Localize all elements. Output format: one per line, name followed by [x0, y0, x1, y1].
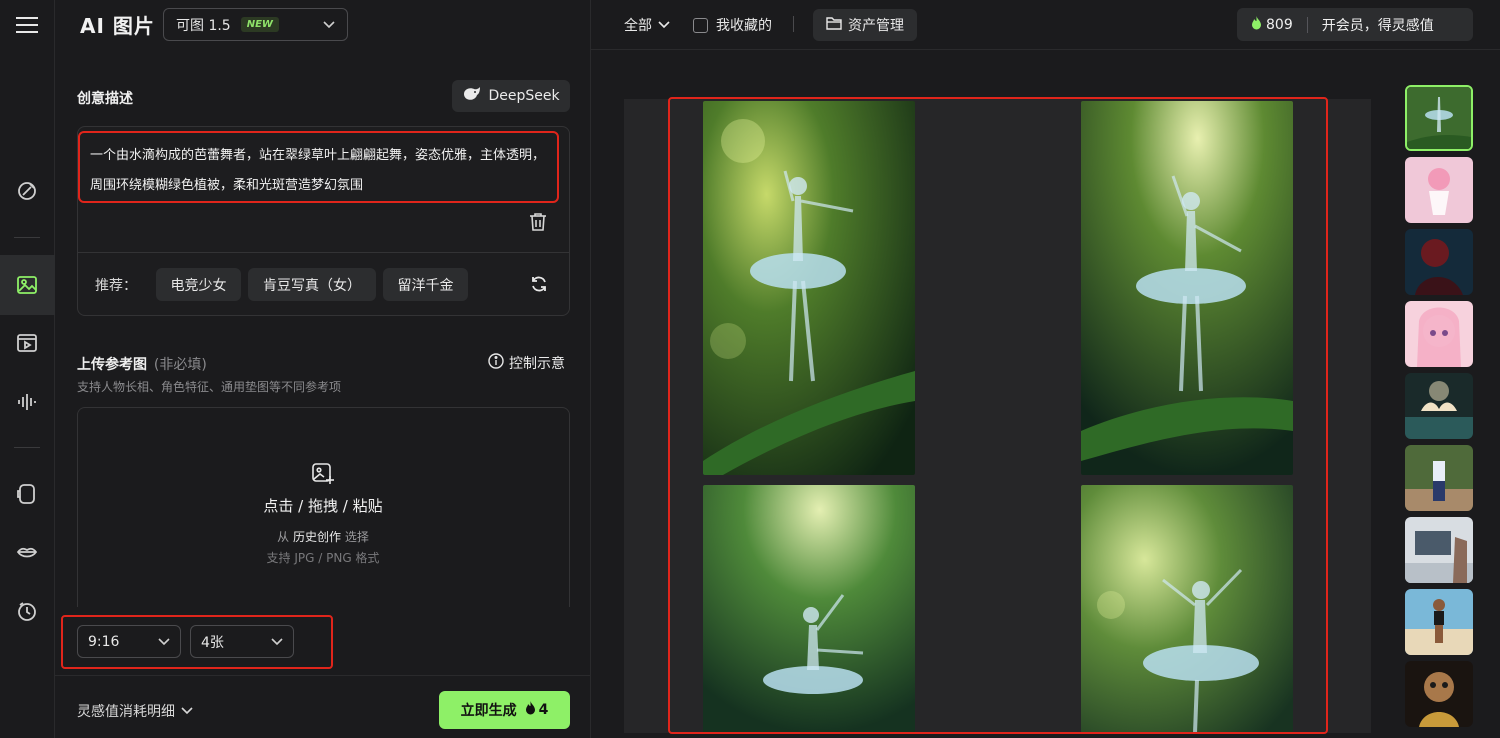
history-icon[interactable] — [13, 597, 41, 625]
chevron-down-icon — [323, 17, 335, 33]
thumbnail-item[interactable] — [1405, 373, 1473, 439]
upload-formats: 支持 JPG / PNG 格式 — [266, 551, 380, 565]
separator — [793, 16, 794, 32]
thumbnail-item[interactable] — [1405, 85, 1473, 151]
thumbnail-item[interactable] — [1405, 229, 1473, 295]
model-select[interactable]: 可图 1.5 NEW — [163, 8, 348, 41]
aspect-ratio-select[interactable]: 9:16 — [77, 625, 181, 658]
credits-bar[interactable]: 809 开会员，得灵感值 — [1237, 8, 1473, 41]
upload-label: 上传参考图 (非必填) — [77, 357, 207, 373]
membership-link[interactable]: 开会员，得灵感值 — [1322, 15, 1434, 35]
top-bar: 全部 我收藏的 资产管理 809 开会员，得灵感值 — [591, 0, 1500, 50]
thumbnail-item[interactable] — [1405, 157, 1473, 223]
deepseek-label: DeepSeek — [488, 88, 560, 104]
image-icon[interactable] — [13, 271, 41, 299]
creation-panel: AI 图片 可图 1.5 NEW 创意描述 DeepSeek 一个由水滴构成的芭… — [55, 0, 591, 738]
folder-icon — [826, 16, 842, 34]
thumbnail-item[interactable] — [1405, 445, 1473, 511]
favorites-checkbox[interactable] — [693, 17, 708, 33]
deepseek-button[interactable]: DeepSeek — [452, 80, 570, 112]
model-name: 可图 1.5 — [176, 17, 231, 34]
recommend-chip[interactable]: 电竞少女 — [156, 268, 241, 301]
thumbnail-item[interactable] — [1405, 517, 1473, 583]
generated-image[interactable] — [1081, 101, 1293, 475]
app-title: AI 图片 — [80, 14, 155, 38]
chevron-down-icon — [181, 703, 193, 719]
upload-image-icon — [311, 461, 335, 489]
thumbnail-item[interactable] — [1405, 301, 1473, 367]
menu-icon[interactable] — [13, 11, 41, 39]
new-badge: NEW — [240, 17, 279, 32]
control-hint-link[interactable]: 控制示意 — [488, 353, 565, 373]
filter-all-dropdown[interactable]: 全部 — [624, 15, 670, 35]
magic-pen-icon[interactable] — [13, 177, 41, 205]
generated-image[interactable] — [1081, 485, 1293, 733]
thumbnail-item[interactable] — [1405, 589, 1473, 655]
deepseek-whale-icon — [462, 86, 482, 106]
prompt-textarea[interactable]: 一个由水滴构成的芭蕾舞者，站在翠绿草叶上翩翩起舞，姿态优雅，主体透明，周围环绕模… — [78, 131, 559, 203]
generated-image[interactable] — [703, 485, 915, 733]
left-nav-rail — [0, 0, 55, 738]
flame-icon — [525, 701, 536, 719]
cost-detail-toggle[interactable]: 灵感值消耗明细 — [77, 701, 193, 721]
avatar-icon[interactable] — [13, 480, 41, 508]
asset-management-button[interactable]: 资产管理 — [813, 9, 917, 41]
upload-from: 从 历史创作 选择 — [277, 530, 369, 544]
generate-button[interactable]: 立即生成 4 — [439, 691, 570, 729]
flame-icon — [1251, 15, 1262, 34]
chevron-down-icon — [658, 17, 670, 33]
info-icon — [488, 353, 504, 373]
audio-icon[interactable] — [13, 388, 41, 416]
prompt-label: 创意描述 — [77, 91, 133, 107]
prompt-divider — [77, 252, 570, 253]
recommend-label: 推荐： — [95, 278, 137, 294]
refresh-icon[interactable] — [529, 274, 549, 298]
video-icon[interactable] — [13, 329, 41, 357]
footer-divider — [55, 675, 591, 676]
history-link[interactable]: 历史创作 — [293, 530, 341, 544]
generated-image[interactable] — [703, 101, 915, 475]
chevron-down-icon — [158, 634, 170, 650]
upload-optional: (非必填) — [153, 357, 207, 373]
image-count-select[interactable]: 4张 — [190, 625, 294, 658]
upload-sub-note: 支持人物长相、角色特征、通用垫图等不同参考项 — [77, 380, 342, 394]
favorites-filter[interactable]: 我收藏的 — [693, 15, 772, 35]
recommend-chip[interactable]: 肯豆写真（女） — [248, 268, 376, 301]
credit-balance: 809 — [1266, 16, 1293, 33]
recommend-chip[interactable]: 留洋千金 — [383, 268, 468, 301]
upload-title: 点击 / 拖拽 / 粘贴 — [263, 497, 383, 515]
thumbnail-item[interactable] — [1405, 661, 1473, 727]
chevron-down-icon — [271, 634, 283, 650]
trash-icon[interactable] — [529, 212, 547, 236]
lips-icon[interactable] — [13, 538, 41, 566]
